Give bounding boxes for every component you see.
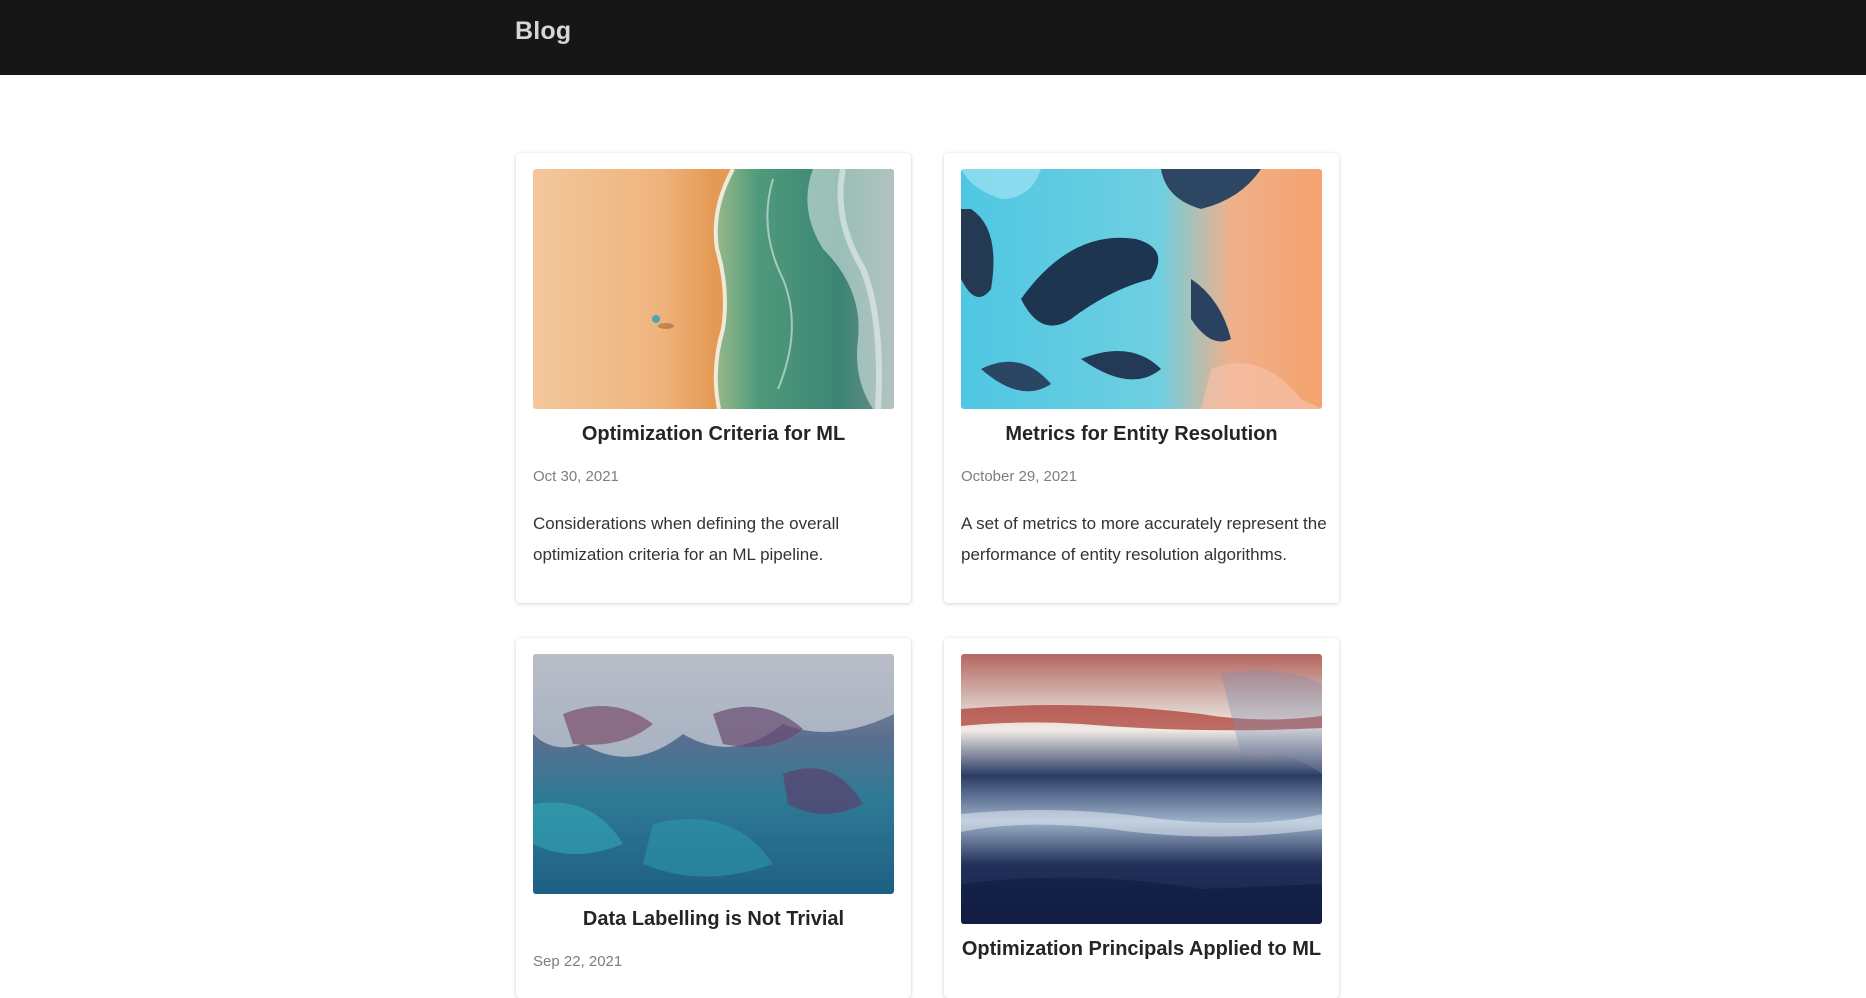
post-description: A set of metrics to more accurately repr… <box>961 514 1327 564</box>
post-card[interactable]: Data Labelling is Not Trivial Sep 22, 20… <box>516 638 911 998</box>
post-card[interactable]: Optimization Criteria for ML Oct 30, 202… <box>516 153 911 603</box>
post-description: Considerations when defining the overall… <box>533 514 840 564</box>
post-date: October 29, 2021 <box>961 468 1077 485</box>
post-date: Oct 30, 2021 <box>533 468 619 485</box>
post-title[interactable]: Data Labelling is Not Trivial <box>516 908 911 931</box>
post-title[interactable]: Optimization Principals Applied to ML <box>944 938 1339 961</box>
post-title[interactable]: Optimization Criteria for ML <box>516 423 911 446</box>
post-image-rocky-coast[interactable] <box>533 654 894 894</box>
top-navbar: Blog <box>0 0 1866 75</box>
post-card[interactable]: Optimization Principals Applied to ML <box>944 638 1339 998</box>
post-date: Sep 22, 2021 <box>533 953 623 970</box>
blog-brand-link[interactable]: Blog <box>515 17 571 46</box>
post-image-painted-sky[interactable] <box>961 654 1322 924</box>
post-card[interactable]: Metrics for Entity Resolution October 29… <box>944 153 1339 603</box>
post-title[interactable]: Metrics for Entity Resolution <box>944 423 1339 446</box>
post-image-beach[interactable] <box>533 169 894 409</box>
post-image-river-delta[interactable] <box>961 169 1322 409</box>
